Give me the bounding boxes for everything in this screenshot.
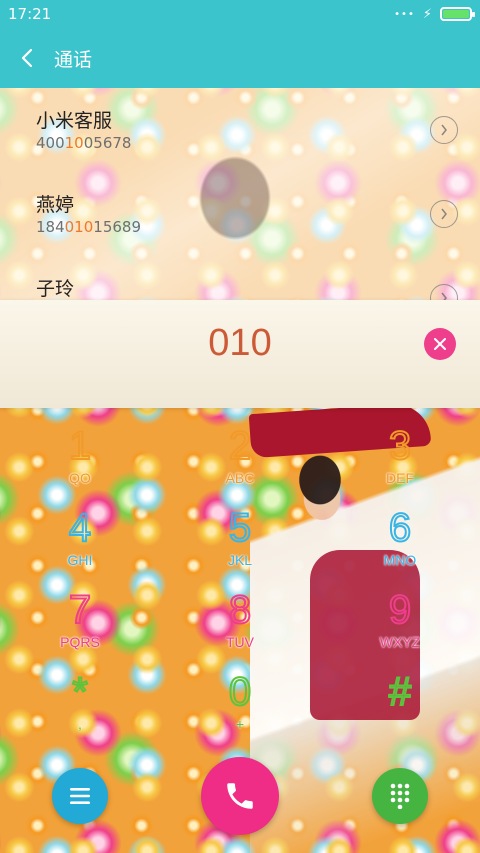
key-star[interactable]: * , — [25, 669, 135, 748]
contact-detail-button[interactable] — [430, 116, 458, 144]
key-7[interactable]: 7 PQRS — [25, 587, 135, 666]
contact-number: 18401015689 — [36, 218, 141, 236]
contact-detail-button[interactable] — [430, 284, 458, 300]
key-6[interactable]: 6 MNO — [345, 505, 455, 584]
contact-item[interactable]: 子玲 — [0, 256, 480, 300]
key-digit: 0 — [228, 669, 252, 715]
key-digit: 4 — [68, 505, 92, 551]
contact-name: 子玲 — [36, 278, 75, 300]
menu-button[interactable] — [52, 768, 108, 824]
key-5[interactable]: 5 JKL — [185, 505, 295, 584]
key-digit: 9 — [388, 587, 412, 633]
key-letters: JKL — [227, 552, 253, 568]
contact-name: 燕婷 — [36, 194, 75, 216]
key-digit: * — [71, 669, 89, 715]
key-2[interactable]: 2 ABC — [185, 423, 295, 502]
key-digit: 7 — [68, 587, 92, 633]
key-digit: # — [388, 669, 412, 715]
phone-icon — [227, 783, 253, 809]
key-digit: 1 — [68, 423, 92, 469]
status-bar: 17:21 ••• ⚡ — [0, 0, 480, 28]
key-digit: 6 — [388, 505, 412, 551]
menu-icon — [70, 788, 90, 804]
key-letters: MNO — [383, 552, 417, 568]
key-4[interactable]: 4 GHI — [25, 505, 135, 584]
key-digit: 2 — [228, 423, 252, 469]
contact-suggestions-list: 小米客服 4001005678 燕婷 18401015689 子玲 — [0, 88, 480, 300]
key-letters: WXYZ — [379, 634, 421, 650]
contact-number: 4001005678 — [36, 134, 132, 152]
dialpad-icon — [390, 783, 410, 809]
key-8[interactable]: 8 TUV — [185, 587, 295, 666]
chevron-right-icon — [441, 292, 447, 300]
key-digit: 5 — [228, 505, 252, 551]
chevron-right-icon — [441, 208, 447, 220]
key-digit: 3 — [388, 423, 412, 469]
contact-item[interactable]: 燕婷 18401015689 — [0, 172, 480, 256]
key-letters: , — [78, 716, 82, 732]
key-letters: + — [235, 716, 245, 732]
key-letters: PQRS — [60, 634, 100, 650]
status-time: 17:21 — [8, 5, 52, 23]
key-letters: TUV — [226, 634, 254, 650]
back-button[interactable] — [0, 28, 54, 88]
signal-dots-icon: ••• — [394, 8, 415, 20]
key-letters: ABC — [225, 470, 255, 486]
key-letters: DEF — [386, 470, 414, 486]
key-letters: GHI — [67, 552, 93, 568]
lightning-icon: ⚡ — [422, 6, 432, 22]
call-button[interactable] — [201, 757, 279, 835]
key-hash[interactable]: # — [345, 669, 455, 748]
key-3[interactable]: 3 DEF — [345, 423, 455, 502]
contact-item[interactable]: 小米客服 4001005678 — [0, 88, 480, 172]
chevron-left-icon — [21, 48, 33, 68]
page-title: 通话 — [54, 48, 93, 71]
key-0[interactable]: 0 + — [185, 669, 295, 748]
contact-name: 小米客服 — [36, 110, 113, 132]
dialed-number-display: 010 — [0, 300, 480, 408]
battery-icon — [440, 7, 475, 21]
chevron-right-icon — [441, 124, 447, 136]
key-1[interactable]: 1 QO — [25, 423, 135, 502]
key-9[interactable]: 9 WXYZ — [345, 587, 455, 666]
dialpad-toggle-button[interactable] — [372, 768, 428, 824]
clear-button[interactable] — [424, 328, 456, 360]
key-digit: 8 — [228, 587, 252, 633]
contact-detail-button[interactable] — [430, 200, 458, 228]
dialed-number: 010 — [208, 322, 272, 364]
voicemail-icon: QO — [69, 470, 91, 486]
close-icon — [434, 338, 446, 350]
title-bar: 通话 — [0, 28, 480, 88]
